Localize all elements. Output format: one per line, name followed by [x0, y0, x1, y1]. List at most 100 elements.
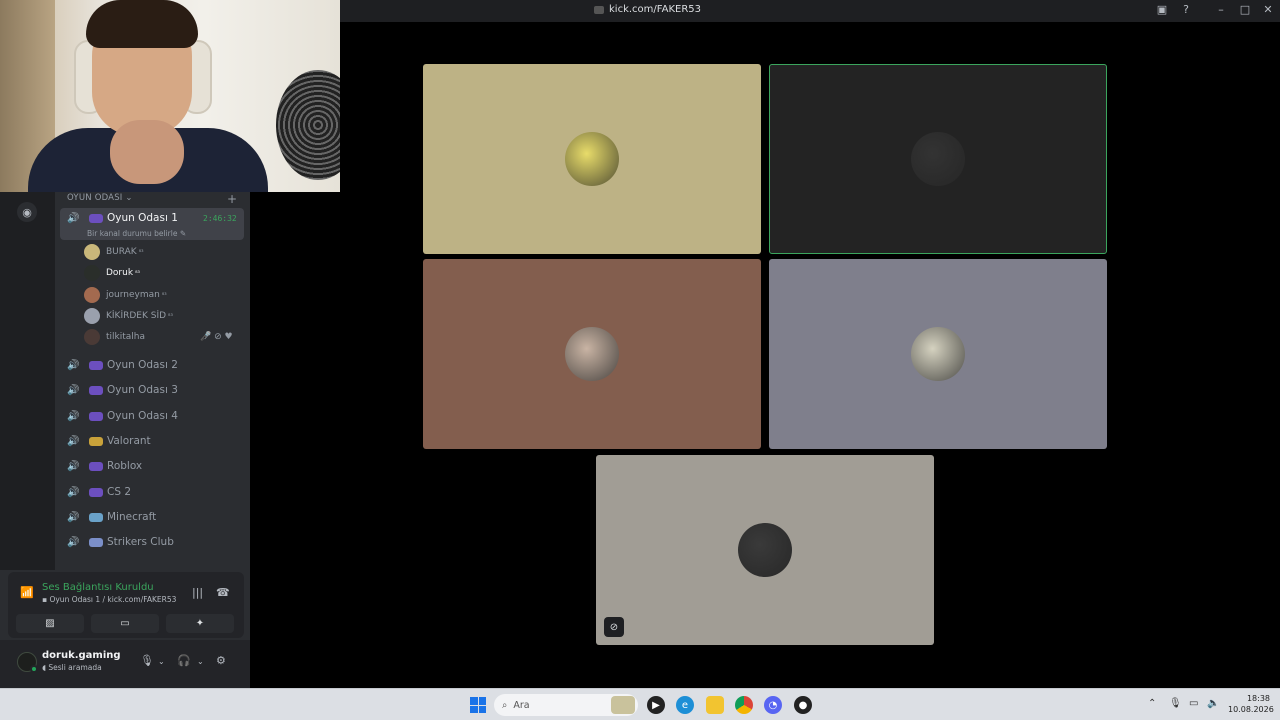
speaker-icon: 🔊 [67, 212, 80, 224]
windows-start-icon[interactable] [470, 697, 486, 713]
participant-avatar [738, 523, 792, 577]
participant-avatar [911, 327, 965, 381]
online-status-dot [30, 665, 38, 673]
member-badge: ⁸³ [135, 269, 140, 277]
member-avatar [84, 287, 100, 303]
add-channel-icon[interactable]: + [227, 192, 237, 206]
voice-channel[interactable]: 🔊 CS 2 [67, 486, 131, 498]
webcam-person-hands [110, 120, 184, 184]
participant-tile[interactable] [423, 259, 761, 449]
clock-time: 18:38 [1246, 694, 1270, 703]
member-name: journeyman [106, 290, 160, 300]
tray-volume-icon[interactable]: 🔈 [1207, 698, 1219, 709]
voice-channel-label: ▪ Oyun Odası 1 / kick.com/FAKER53 [42, 595, 177, 604]
window-url: kick.com/FAKER53 [594, 4, 701, 15]
chrome-icon[interactable] [735, 696, 753, 714]
mic-chevron-icon[interactable]: ⌄ [158, 657, 165, 666]
voice-channel[interactable]: 🔊 Strikers Club [67, 536, 174, 548]
channel-game-icon [89, 411, 103, 421]
participant-avatar [911, 132, 965, 186]
activities-button[interactable]: ✦ [166, 614, 234, 633]
channel-oyun-odasi-1[interactable]: 🔊 Oyun Odası 1 [67, 212, 178, 224]
screen-share-button[interactable]: ▭ [91, 614, 159, 633]
username[interactable]: doruk.gaming [42, 650, 121, 661]
channel-name: Roblox [107, 460, 143, 472]
voice-channel[interactable]: 🔊 Valorant [67, 435, 151, 447]
participant-avatar [565, 132, 619, 186]
search-highlight-icon[interactable] [611, 696, 635, 714]
participant-tile[interactable]: ⊘ [596, 455, 934, 645]
channel-name: CS 2 [107, 486, 132, 498]
webcam-overlay [0, 0, 340, 192]
voice-member[interactable]: Doruk ⁸³ [84, 265, 140, 281]
media-player-icon[interactable]: ▶ [647, 696, 665, 714]
help-icon[interactable]: ? [1178, 3, 1194, 16]
app-icon[interactable]: ● [794, 696, 812, 714]
microphone-icon[interactable]: 🎙 [140, 654, 154, 667]
headphones-icon[interactable]: 🎧 [177, 654, 191, 667]
channel-name: Strikers Club [107, 536, 174, 548]
search-icon: ⌕ [502, 699, 508, 711]
speaker-icon: 🔊 [67, 536, 80, 548]
taskbar: ⌕ Ara ▶ e ◔ ● ⌃ 🎙 ▭ 🔈 18:38 10.08.2026 [0, 688, 1280, 720]
channel-status-line[interactable]: Bir kanal durumu belirle ✎ [87, 229, 186, 238]
user-panel: doruk.gaming ◖ Sesli aramada 🎙 ⌄ 🎧 ⌄ ⚙ [0, 640, 250, 688]
participant-tile[interactable] [423, 64, 761, 254]
voice-channel[interactable]: 🔊 Oyun Odası 4 [67, 410, 178, 422]
maximize-button[interactable]: □ [1237, 3, 1253, 16]
settings-gear-icon[interactable]: ⚙ [216, 654, 226, 667]
minimize-button[interactable]: – [1213, 3, 1229, 16]
category-header[interactable]: OYUN ODASI ⌄ [67, 193, 133, 203]
voice-channel[interactable]: 🔊 Roblox [67, 460, 142, 472]
channel-game-icon [89, 461, 103, 471]
discord-icon[interactable]: ◔ [764, 696, 782, 714]
voice-member[interactable]: tilkitalha [84, 329, 145, 345]
tray-mic-icon[interactable]: 🎙 [1169, 698, 1182, 709]
member-name: tilkitalha [106, 332, 146, 342]
channel-game-icon [89, 360, 103, 370]
voice-channel[interactable]: 🔊 Oyun Odası 3 [67, 384, 178, 396]
channel-game-icon [89, 512, 103, 522]
channel-name: Oyun Odası 1 [107, 212, 178, 224]
speaker-icon: 🔊 [67, 435, 80, 447]
participant-tile[interactable] [769, 64, 1107, 254]
voice-member[interactable]: BURAK ⁸³ [84, 244, 144, 260]
camera-button[interactable]: ▨ [16, 614, 84, 633]
participant-avatar [565, 327, 619, 381]
edge-icon[interactable]: e [676, 696, 694, 714]
inbox-icon[interactable]: ▣ [1154, 3, 1170, 16]
channel-name: Oyun Odası 4 [107, 410, 178, 422]
member-badge: ⁸³ [138, 248, 144, 256]
signal-icon: 📶 [20, 586, 34, 599]
speaker-icon: 🔊 [67, 359, 80, 371]
speaker-icon: 🔊 [67, 460, 80, 472]
camera-off-icon[interactable]: ⊘ [604, 617, 624, 637]
clock-date: 10.08.2026 [1228, 705, 1274, 714]
stream-icon [594, 5, 604, 14]
file-explorer-icon[interactable] [706, 696, 724, 714]
participant-tile[interactable] [769, 259, 1107, 449]
voice-channel[interactable]: 🔊 Oyun Odası 2 [67, 359, 178, 371]
close-button[interactable]: ✕ [1260, 3, 1276, 16]
channel-game-icon [89, 537, 103, 547]
discover-icon[interactable]: ◉ [17, 202, 37, 222]
member-status-icons: 🎤̸ ⊘ ♥ [200, 332, 233, 342]
tray-network-icon[interactable]: ▭ [1189, 698, 1198, 709]
speaker-icon: 🔊 [67, 486, 80, 498]
disconnect-icon[interactable]: ☎ [216, 586, 230, 599]
taskbar-clock[interactable]: 18:38 10.08.2026 [1228, 693, 1274, 715]
member-name: KİKİRDEK SİD [106, 311, 167, 321]
voice-connected-label[interactable]: Ses Bağlantısı Kuruldu [42, 582, 154, 593]
headphones-chevron-icon[interactable]: ⌄ [197, 657, 204, 666]
voice-channel[interactable]: 🔊 Minecraft [67, 511, 156, 523]
search-placeholder: Ara [513, 699, 530, 711]
member-badge: ⁸³ [161, 291, 167, 299]
voice-status-panel: 📶 Ses Bağlantısı Kuruldu ▪ Oyun Odası 1 … [8, 572, 244, 638]
voice-member[interactable]: journeyman ⁸³ [84, 287, 167, 303]
camera-off-icon: ▨ [45, 618, 55, 629]
tray-chevron-icon[interactable]: ⌃ [1148, 698, 1156, 709]
noise-suppression-icon[interactable]: ||| [192, 586, 203, 599]
channel-name: Oyun Odası 3 [107, 384, 178, 396]
voice-member[interactable]: KİKİRDEK SİD ⁸³ [84, 308, 173, 324]
member-avatar [84, 265, 100, 281]
